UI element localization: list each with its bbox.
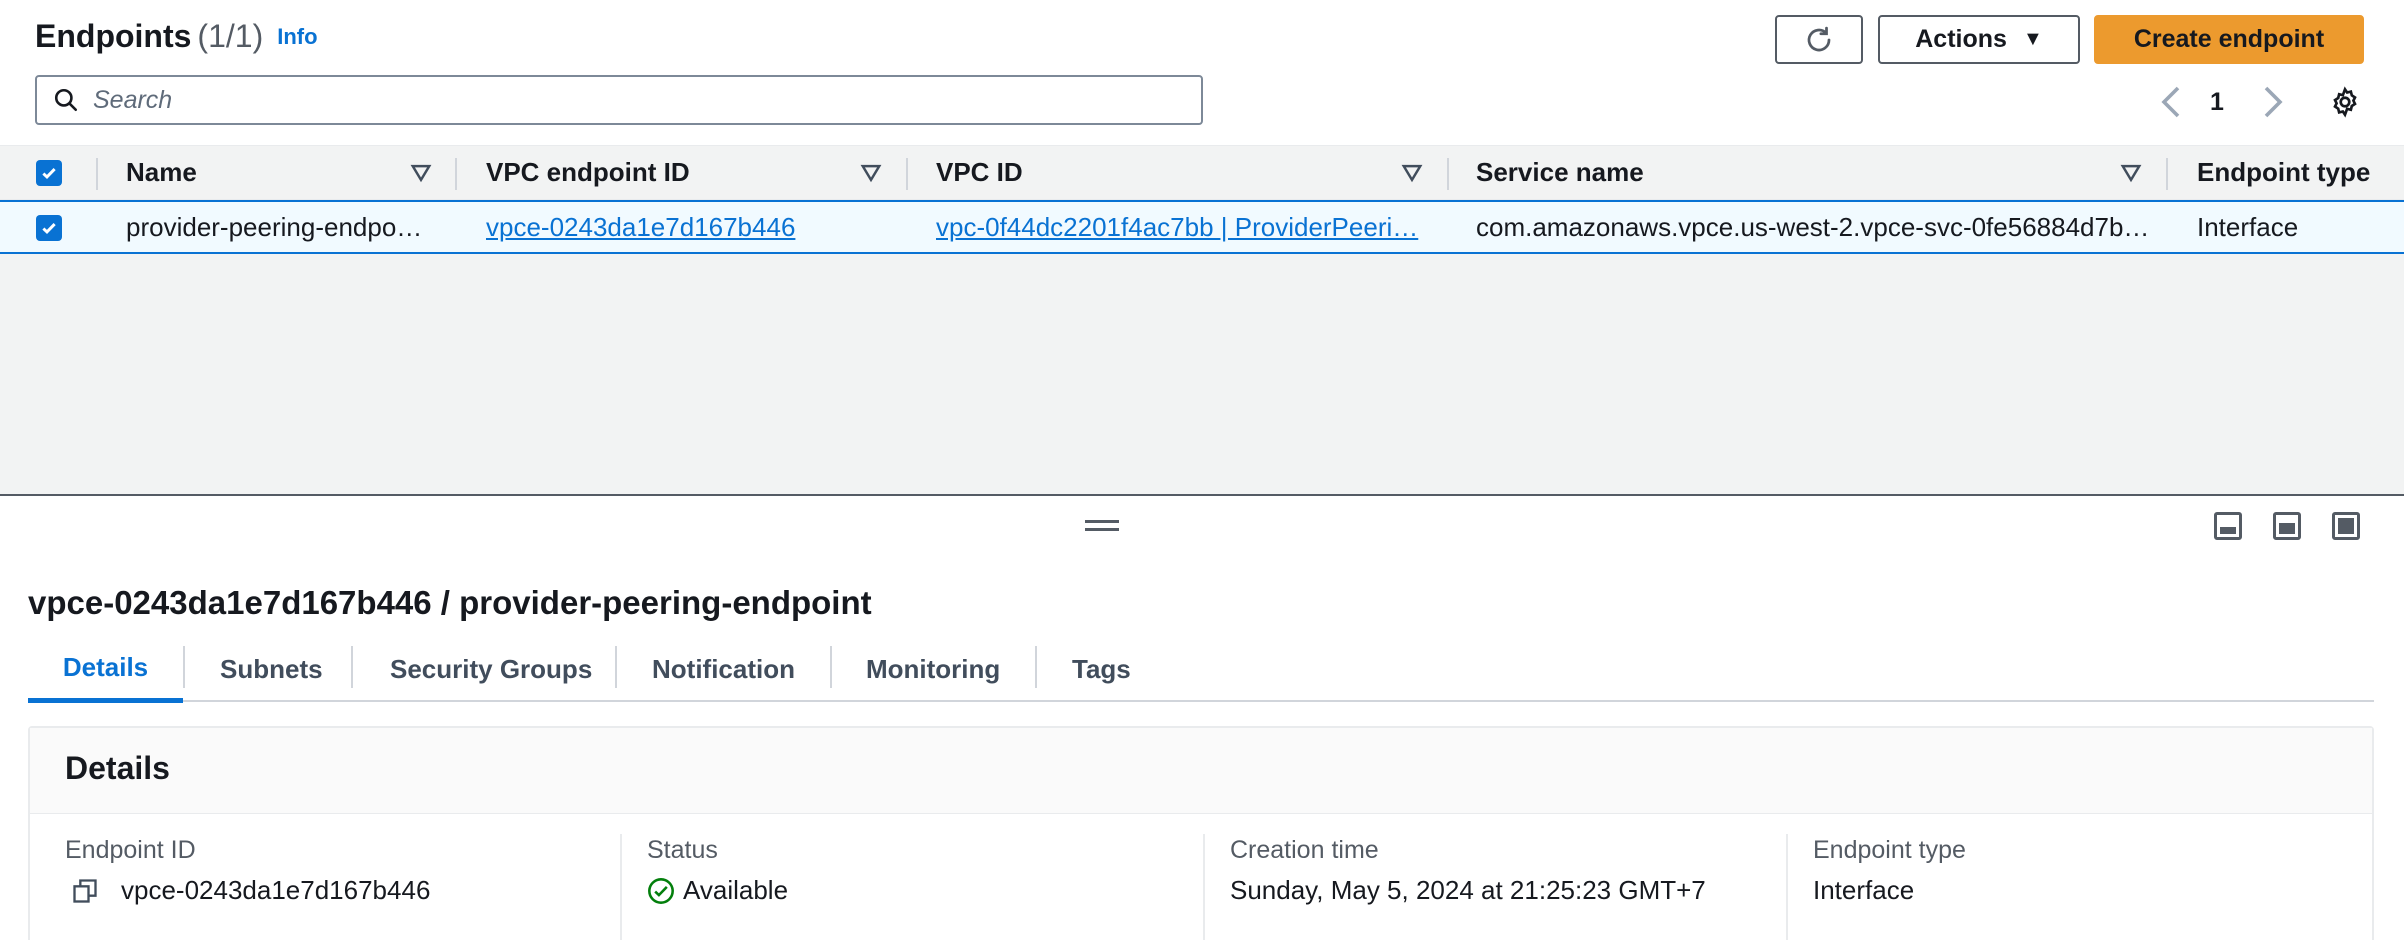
field-label: Endpoint type [1813,836,1966,864]
next-page-button[interactable] [2260,82,2284,122]
checkmark-icon [42,168,56,179]
create-endpoint-button[interactable]: Create endpoint [2094,15,2364,64]
status-value: Available [683,875,789,905]
endpoints-table: Name VPC endpoint ID VPC ID Service name… [0,145,2404,254]
checkmark-icon [42,223,56,234]
column-header-service-name[interactable]: Service name [1476,146,1644,199]
info-link[interactable]: Info [277,24,317,49]
split-full-icon[interactable] [2332,512,2360,540]
tab-notification[interactable]: Notification [652,636,795,702]
search-field[interactable] [35,75,1203,125]
field-endpoint-type: Endpoint type Interface [1813,836,1966,906]
cell-name: provider-peering-endpo… [126,211,423,242]
split-bottom-icon[interactable] [2214,512,2242,540]
field-value: Interface [1813,875,1915,905]
search-icon [51,85,81,115]
sort-icon[interactable] [2120,162,2142,184]
sort-icon[interactable] [410,162,432,184]
actions-label: Actions [1915,25,2007,53]
refresh-button[interactable] [1775,15,1863,64]
table-settings-button[interactable] [2325,82,2365,122]
field-divider [1786,834,1788,940]
field-divider [620,834,622,940]
table-row[interactable]: provider-peering-endpo… vpce-0243da1e7d1… [0,200,2404,254]
field-endpoint-id: Endpoint ID vpce-0243da1e7d167b446 [65,836,430,906]
sort-icon[interactable] [860,162,882,184]
tab-subnets[interactable]: Subnets [220,636,323,702]
tab-divider [351,646,353,688]
endpoints-panel: Endpoints (1/1) Info Actions ▼ Create endp… [0,0,2404,496]
chevron-left-icon [2161,86,2180,118]
details-heading: Details [65,750,170,786]
tab-details[interactable]: Details [28,636,183,703]
field-label: Status [647,836,718,864]
vpc-id-link[interactable]: vpc-0f44dc2201f4ac7bb | ProviderPeeri… [936,212,1418,243]
field-divider [1203,834,1205,940]
split-middle-icon[interactable] [2273,512,2301,540]
column-divider [906,158,908,190]
tab-divider [615,646,617,688]
field-value: vpce-0243da1e7d167b446 [65,875,430,906]
endpoint-id-value: vpce-0243da1e7d167b446 [121,875,431,905]
tab-divider [830,646,832,688]
field-creation-time: Creation time Sunday, May 5, 2024 at 21:… [1230,836,1706,906]
current-page[interactable]: 1 [2210,82,2224,122]
cell-vpc-id: vpc-0f44dc2201f4ac7bb | ProviderPeeri… [936,202,1436,252]
tab-security-groups[interactable]: Security Groups [390,636,592,702]
vpc-endpoint-id-link[interactable]: vpce-0243da1e7d167b446 [486,212,795,243]
column-header-endpoint-type[interactable]: Endpoint type [2197,146,2370,199]
selection-count: (1/1) [197,18,264,54]
refresh-icon [1807,26,1831,51]
page-title: Endpoints (1/1) Info [35,18,318,55]
sort-icon[interactable] [1401,162,1423,184]
select-all-checkbox[interactable] [36,160,62,186]
cell-endpoint-type: Interface [2197,211,2299,242]
column-divider [1447,158,1449,190]
detail-tabs: Details Subnets Security Groups Notifica… [28,636,2374,703]
column-header-vpc-endpoint-id[interactable]: VPC endpoint ID [486,146,690,199]
column-header-name[interactable]: Name [126,146,197,199]
details-container: Details Endpoint ID vpce-0243da1e7d167b4… [28,726,2374,940]
actions-dropdown[interactable]: Actions ▼ [1878,15,2080,64]
details-header: Details [30,728,2372,814]
caret-down-icon: ▼ [2022,28,2043,50]
cell-service-name: com.amazonaws.vpce.us-west-2.vpce-svc-0f… [1476,211,2150,242]
tab-tags[interactable]: Tags [1072,636,1131,702]
chevron-right-icon [2264,86,2283,118]
title-text: Endpoints [35,18,192,54]
tab-monitoring[interactable]: Monitoring [866,636,1000,702]
field-label: Creation time [1230,836,1379,864]
field-label: Endpoint ID [65,836,196,864]
search-input[interactable] [93,85,1173,115]
cell-vpc-endpoint-id: vpce-0243da1e7d167b446 [486,202,886,252]
field-value: Available [647,875,788,906]
tab-divider [183,646,185,688]
gear-icon [2333,86,2357,118]
column-divider [2166,158,2168,190]
column-header-vpc-id[interactable]: VPC ID [936,146,1023,199]
column-divider [96,158,98,190]
column-divider [455,158,457,190]
field-status: Status Available [647,836,788,906]
split-panel-resize-handle[interactable] [1085,520,1119,534]
tab-divider [1035,646,1037,688]
field-value: Sunday, May 5, 2024 at 21:25:23 GMT+7 [1230,875,1706,905]
row-checkbox[interactable] [36,215,62,241]
status-positive-icon [648,877,674,904]
copy-icon[interactable] [71,877,99,905]
previous-page-button[interactable] [2160,82,2184,122]
endpoints-header: Endpoints (1/1) Info Actions ▼ Create endp… [0,0,2404,145]
detail-title: vpce-0243da1e7d167b446 / provider-peerin… [28,584,872,621]
table-header-row: Name VPC endpoint ID VPC ID Service name… [0,145,2404,200]
